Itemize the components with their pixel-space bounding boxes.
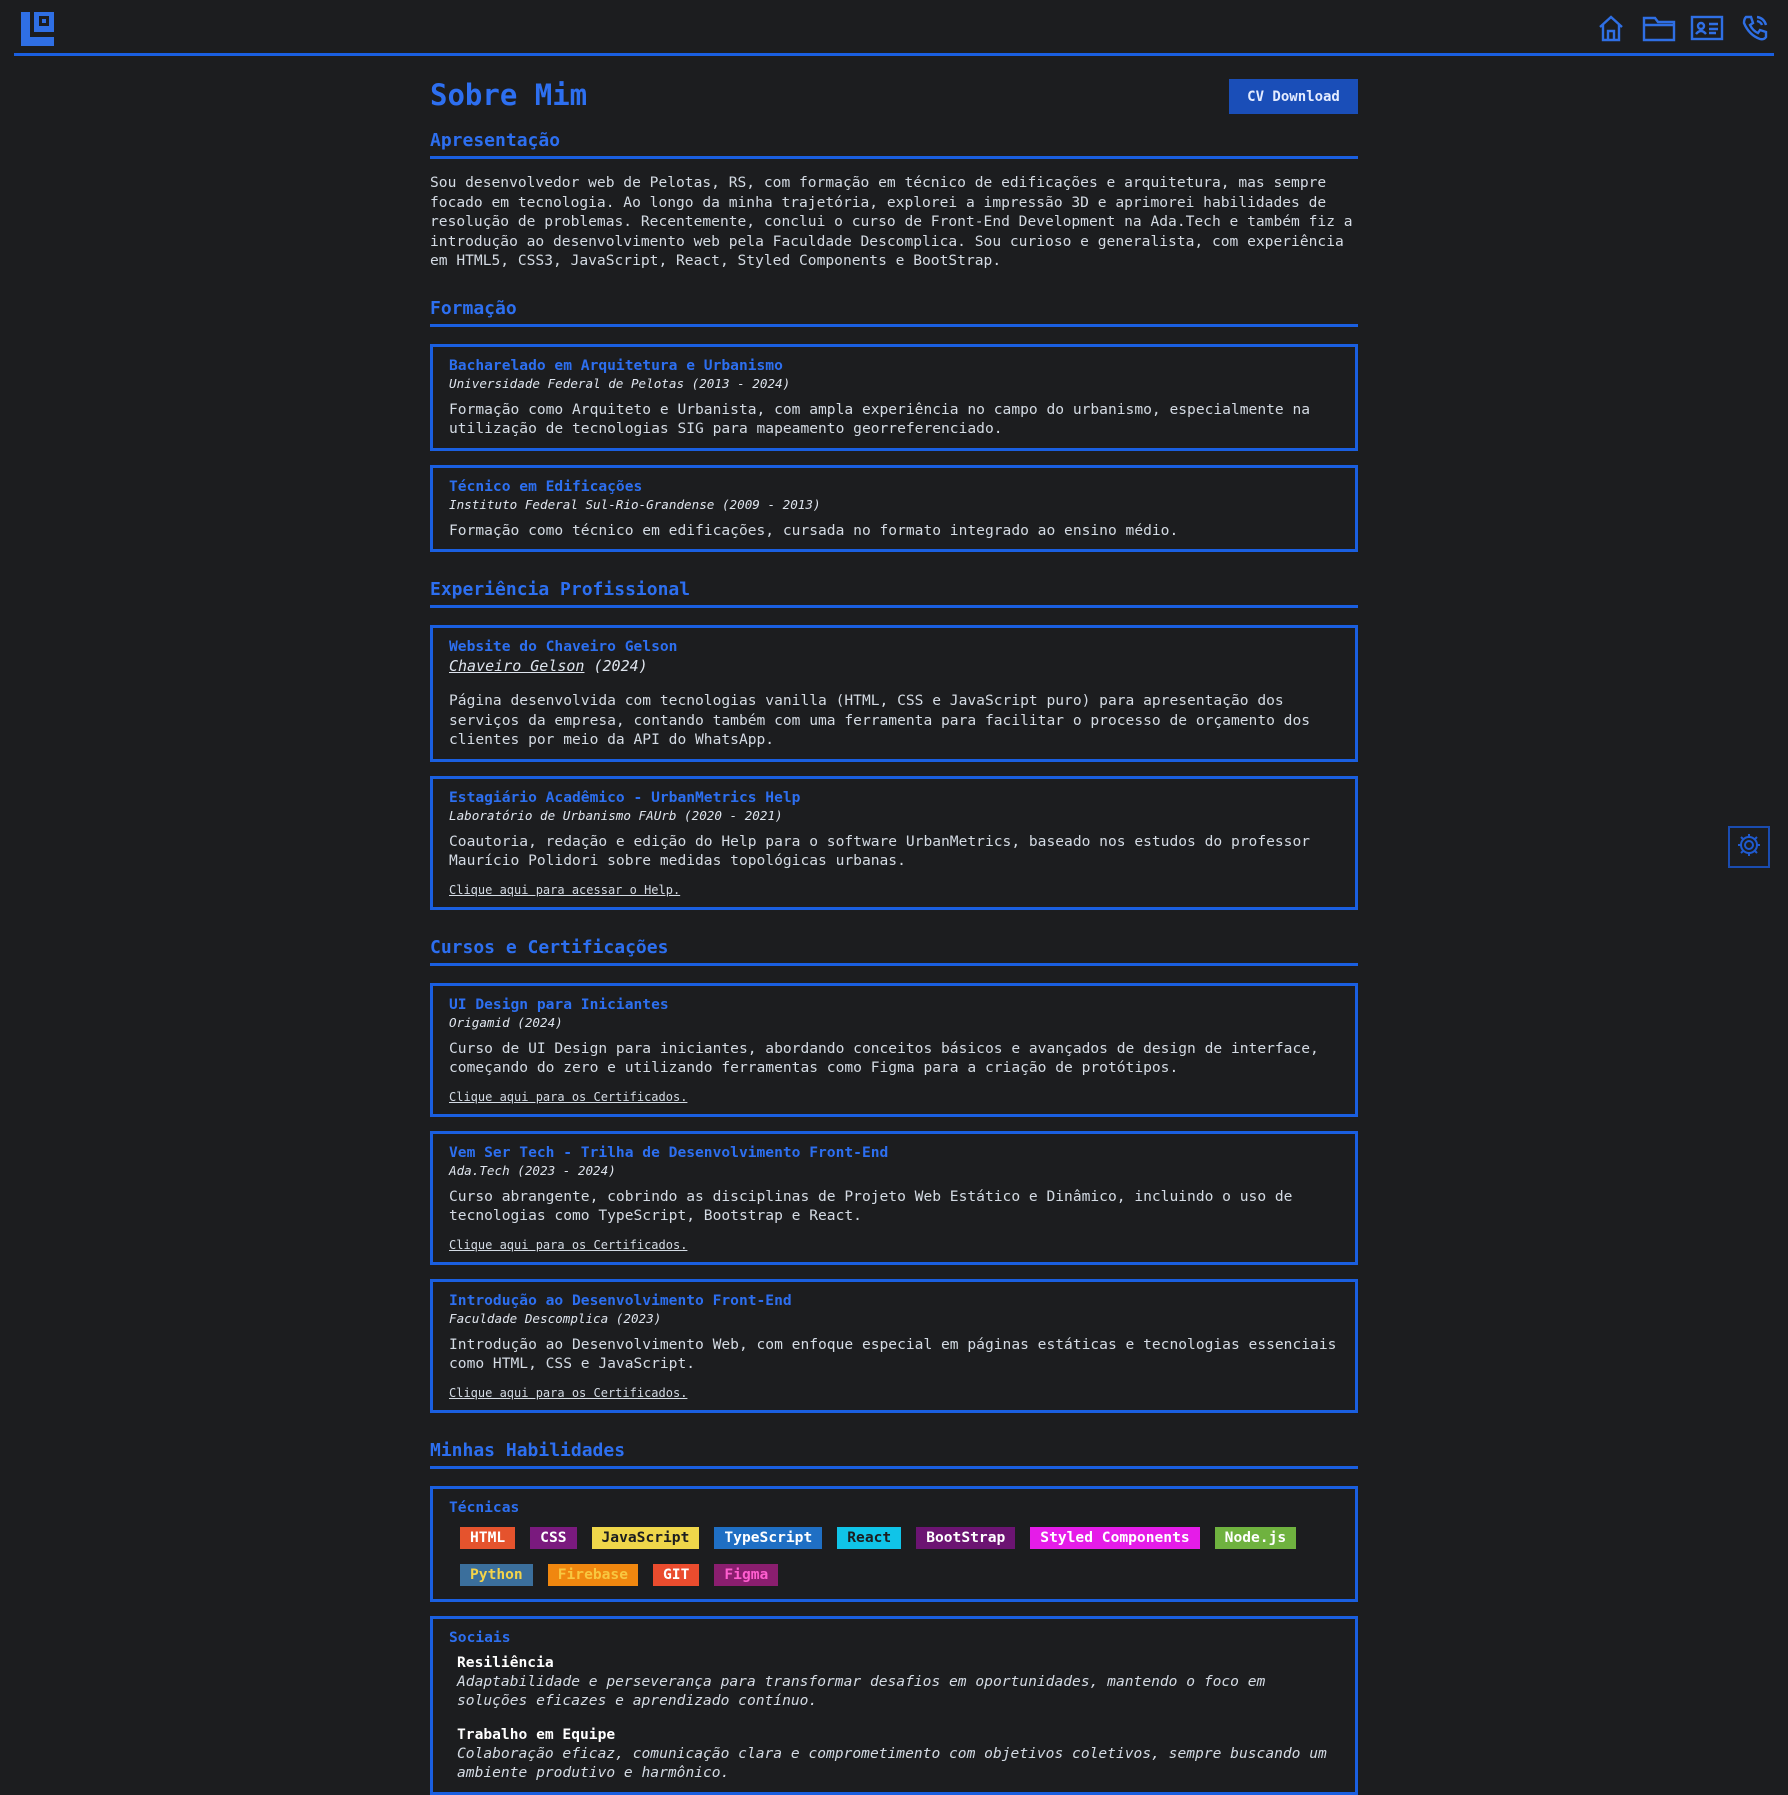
card-subtitle: Faculdade Descomplica (2023) [449,1310,662,1326]
card-subtitle: Universidade Federal de Pelotas (2013 - … [449,375,791,391]
certificados-link[interactable]: Clique aqui para os Certificados. [449,1386,687,1400]
tecnicas-card: Técnicas HTML CSS JavaScript TypeScript Reac… [430,1485,1358,1602]
social-skill-name: Trabalho em Equipe [457,1725,616,1743]
section-title-apresentacao: Apresentação [430,130,1358,159]
nav-icons [1594,12,1772,44]
social-skill: Trabalho em Equipe Colaboração eficaz, c… [449,1725,1339,1783]
sociais-title: Sociais [449,1628,511,1646]
logo-icon[interactable] [18,10,56,48]
card-subtitle: Chaveiro Gelson (2024) [449,656,1339,677]
certificados-link[interactable]: Clique aqui para os Certificados. [449,1090,687,1104]
card-text: Curso abrangente, cobrindo as disciplina… [449,1187,1293,1225]
certificados-link[interactable]: Clique aqui para os Certificados. [449,1238,687,1252]
card-title: Estagiário Acadêmico - UrbanMetrics Help [449,788,801,806]
card-text: Introdução ao Desenvolvimento Web, com e… [449,1335,1337,1373]
card-title: Vem Ser Tech - Trilha de Desenvolvimento… [449,1143,889,1161]
help-link[interactable]: Clique aqui para acessar o Help. [449,883,680,897]
experiencia-card: Website do Chaveiro Gelson Chaveiro Gels… [430,625,1358,762]
chaveiro-gelson-link[interactable]: Chaveiro Gelson [449,657,584,675]
card-title: Website do Chaveiro Gelson [449,638,678,655]
phone-icon[interactable] [1738,12,1772,44]
social-skill-desc: Adaptabilidade e perseverança para trans… [457,1672,1266,1710]
card-subtitle: Laboratório de Urbanismo FAUrb (2020 - 2… [449,807,783,823]
cv-download-button[interactable]: CV Download [1229,79,1358,114]
curso-card: Vem Ser Tech - Trilha de Desenvolvimento… [430,1130,1358,1265]
card-text: Formação como Arquiteto e Urbanista, com… [449,400,1311,438]
card-title: Introdução ao Desenvolvimento Front-End [449,1291,792,1309]
folder-icon[interactable] [1642,12,1676,44]
card-text: Curso de UI Design para iniciantes, abor… [449,1039,1319,1077]
settings-gear-button[interactable] [1728,826,1770,868]
social-skill-name: Resiliência [457,1653,554,1671]
skill-badge: BootStrap [916,1526,1016,1549]
card-subtitle: Origamid (2024) [449,1014,563,1030]
skill-badge: TypeScript [714,1526,823,1549]
skill-badge: Styled Components [1030,1526,1200,1549]
skill-badges: HTML CSS JavaScript TypeScript React BootStra… [449,1517,1330,1590]
tecnicas-title: Técnicas [449,1498,520,1516]
main-content: Sobre Mim CV Download Apresentação Sou d… [430,68,1358,1795]
curso-card: UI Design para Iniciantes Origamid (2024… [430,982,1358,1117]
curso-card: Introdução ao Desenvolvimento Front-End … [430,1278,1358,1413]
experiencia-card: Estagiário Acadêmico - UrbanMetrics Help… [430,775,1358,910]
top-navbar [14,0,1774,56]
social-skill-desc: Colaboração eficaz, comunicação clara e … [457,1744,1327,1782]
card-title: Técnico em Edificações [449,477,643,495]
skill-badge: Figma [714,1563,779,1586]
page-title: Sobre Mim [430,78,588,112]
skill-badge: Firebase [547,1563,639,1586]
sociais-card: Sociais Resiliência Adaptabilidade e per… [430,1615,1358,1795]
skill-badge: GIT [653,1563,700,1586]
skill-badge: React [837,1526,902,1549]
home-icon[interactable] [1594,12,1628,44]
skill-badge: Python [460,1563,533,1586]
skill-badge: Node.js [1214,1526,1297,1549]
gear-icon [1736,832,1762,862]
skill-badge: JavaScript [591,1526,700,1549]
formacao-card: Bacharelado em Arquitetura e Urbanismo U… [430,343,1358,451]
skill-badge: HTML [460,1526,516,1549]
card-title: UI Design para Iniciantes [449,995,669,1013]
card-text: Coautoria, redação e edição do Help para… [449,832,1311,870]
social-skill: Resiliência Adaptabilidade e perseveranç… [449,1653,1339,1711]
skill-badge: CSS [530,1526,577,1549]
card-title: Bacharelado em Arquitetura e Urbanismo [449,356,783,374]
section-title-experiencia: Experiência Profissional [430,579,1358,608]
section-title-habilidades: Minhas Habilidades [430,1440,1358,1469]
id-card-icon[interactable] [1690,12,1724,44]
apresentacao-text: Sou desenvolvedor web de Pelotas, RS, co… [430,174,1353,269]
formacao-card: Técnico em Edificações Instituto Federal… [430,464,1358,552]
card-text: Formação como técnico em edificações, cu… [449,521,1179,539]
section-title-cursos: Cursos e Certificações [430,937,1358,966]
card-text: Página desenvolvida com tecnologias vani… [449,692,1311,748]
card-subtitle-year: (2024) [584,657,648,675]
card-subtitle: Ada.Tech (2023 - 2024) [449,1162,616,1178]
section-title-formacao: Formação [430,298,1358,327]
card-subtitle: Instituto Federal Sul-Rio-Grandense (200… [449,496,821,512]
